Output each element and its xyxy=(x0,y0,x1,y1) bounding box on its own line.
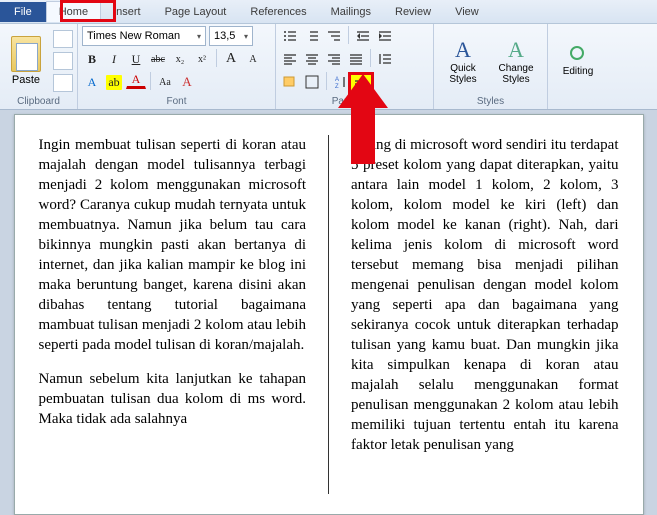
highlight-sample: ab xyxy=(106,75,121,90)
column-separator xyxy=(328,135,329,494)
group-label-editing xyxy=(552,95,604,109)
tab-file[interactable]: File xyxy=(0,2,46,22)
ribbon: Paste Clipboard Times New Roman ▾ 13,5 ▾ xyxy=(0,24,657,110)
shrink-font-button[interactable]: A xyxy=(243,49,263,69)
column-2: emang di microsoft word sendiri itu terd… xyxy=(351,135,619,494)
svg-text:A: A xyxy=(335,77,339,83)
separator xyxy=(150,72,151,90)
tab-review[interactable]: Review xyxy=(383,2,443,22)
italic-button[interactable]: I xyxy=(104,49,124,69)
page[interactable]: Ingin membuat tulisan seperti di koran a… xyxy=(14,114,644,515)
tab-references[interactable]: References xyxy=(238,2,318,22)
change-styles-icon: A xyxy=(508,37,524,63)
find-icon xyxy=(567,44,589,66)
quick-styles-button[interactable]: A Quick Styles xyxy=(438,37,488,85)
tab-home[interactable]: Home xyxy=(46,1,101,22)
paste-label: Paste xyxy=(12,74,40,86)
change-styles-button[interactable]: A Change Styles xyxy=(491,37,541,85)
font-size-combo[interactable]: 13,5 ▾ xyxy=(209,26,253,46)
font-size-value: 13,5 xyxy=(214,30,235,42)
change-styles-label: Change Styles xyxy=(491,63,541,85)
editing-button[interactable]: Editing xyxy=(563,44,594,77)
chevron-down-icon: ▾ xyxy=(244,32,248,41)
subscript-button[interactable]: x₂ xyxy=(170,49,190,69)
paste-button[interactable]: Paste xyxy=(4,36,48,86)
group-label-styles: Styles xyxy=(438,95,543,109)
align-right-button[interactable] xyxy=(324,49,344,69)
bullets-button[interactable] xyxy=(280,26,300,46)
justify-button[interactable] xyxy=(346,49,366,69)
grow-font-button[interactable]: A xyxy=(221,49,241,69)
group-editing: Editing xyxy=(548,24,608,109)
copy-button[interactable] xyxy=(53,52,73,70)
quick-styles-icon: A xyxy=(455,37,471,63)
tab-page-layout[interactable]: Page Layout xyxy=(153,2,239,22)
strikethrough-button[interactable]: abc xyxy=(148,49,168,69)
tab-insert[interactable]: Insert xyxy=(101,2,153,22)
menu-bar: File Home Insert Page Layout References … xyxy=(0,0,657,24)
bold-button[interactable]: B xyxy=(82,49,102,69)
text-effects-button[interactable]: A xyxy=(82,72,102,92)
paste-icon xyxy=(11,36,41,72)
format-painter-button[interactable] xyxy=(53,74,73,92)
separator xyxy=(348,26,349,44)
separator xyxy=(216,49,217,67)
align-left-button[interactable] xyxy=(280,49,300,69)
group-styles: A Quick Styles A Change Styles Styles xyxy=(434,24,548,109)
group-label-font: Font xyxy=(82,95,271,109)
separator xyxy=(370,49,371,67)
chevron-down-icon: ▾ xyxy=(197,32,201,41)
paragraph: Ingin membuat tulisan seperti di koran a… xyxy=(39,135,307,355)
increase-indent-button[interactable] xyxy=(375,26,395,46)
font-name-combo[interactable]: Times New Roman ▾ xyxy=(82,26,206,46)
highlight-justify-button xyxy=(348,72,374,98)
column-1: Ingin membuat tulisan seperti di koran a… xyxy=(39,135,307,494)
font-color-button[interactable]: A xyxy=(126,72,146,89)
superscript-button[interactable]: x² xyxy=(192,49,212,69)
quick-styles-label: Quick Styles xyxy=(438,63,488,85)
borders-button[interactable] xyxy=(302,72,322,92)
document-area: Ingin membuat tulisan seperti di koran a… xyxy=(0,110,657,515)
svg-text:Z: Z xyxy=(335,84,339,89)
shading-button[interactable] xyxy=(280,72,300,92)
tab-mailings[interactable]: Mailings xyxy=(319,2,383,22)
highlight-button[interactable]: ab xyxy=(104,72,124,92)
paragraph: Namun sebelum kita lanjutkan ke tahapan … xyxy=(39,369,307,429)
line-spacing-button[interactable] xyxy=(375,49,395,69)
group-font: Times New Roman ▾ 13,5 ▾ B I U abc x₂ x²… xyxy=(78,24,276,109)
underline-button[interactable]: U xyxy=(126,49,146,69)
group-label-clipboard: Clipboard xyxy=(4,95,73,109)
editing-label: Editing xyxy=(563,66,594,77)
paragraph: emang di microsoft word sendiri itu terd… xyxy=(351,135,619,455)
tab-view[interactable]: View xyxy=(443,2,491,22)
separator xyxy=(326,72,327,90)
cut-button[interactable] xyxy=(53,30,73,48)
font-name-value: Times New Roman xyxy=(87,30,180,42)
align-center-button[interactable] xyxy=(302,49,322,69)
clear-formatting-button[interactable]: A xyxy=(177,72,197,92)
numbering-button[interactable] xyxy=(302,26,322,46)
decrease-indent-button[interactable] xyxy=(353,26,373,46)
multilevel-button[interactable] xyxy=(324,26,344,46)
change-case-button[interactable]: Aa xyxy=(155,72,175,92)
group-clipboard: Paste Clipboard xyxy=(0,24,78,109)
